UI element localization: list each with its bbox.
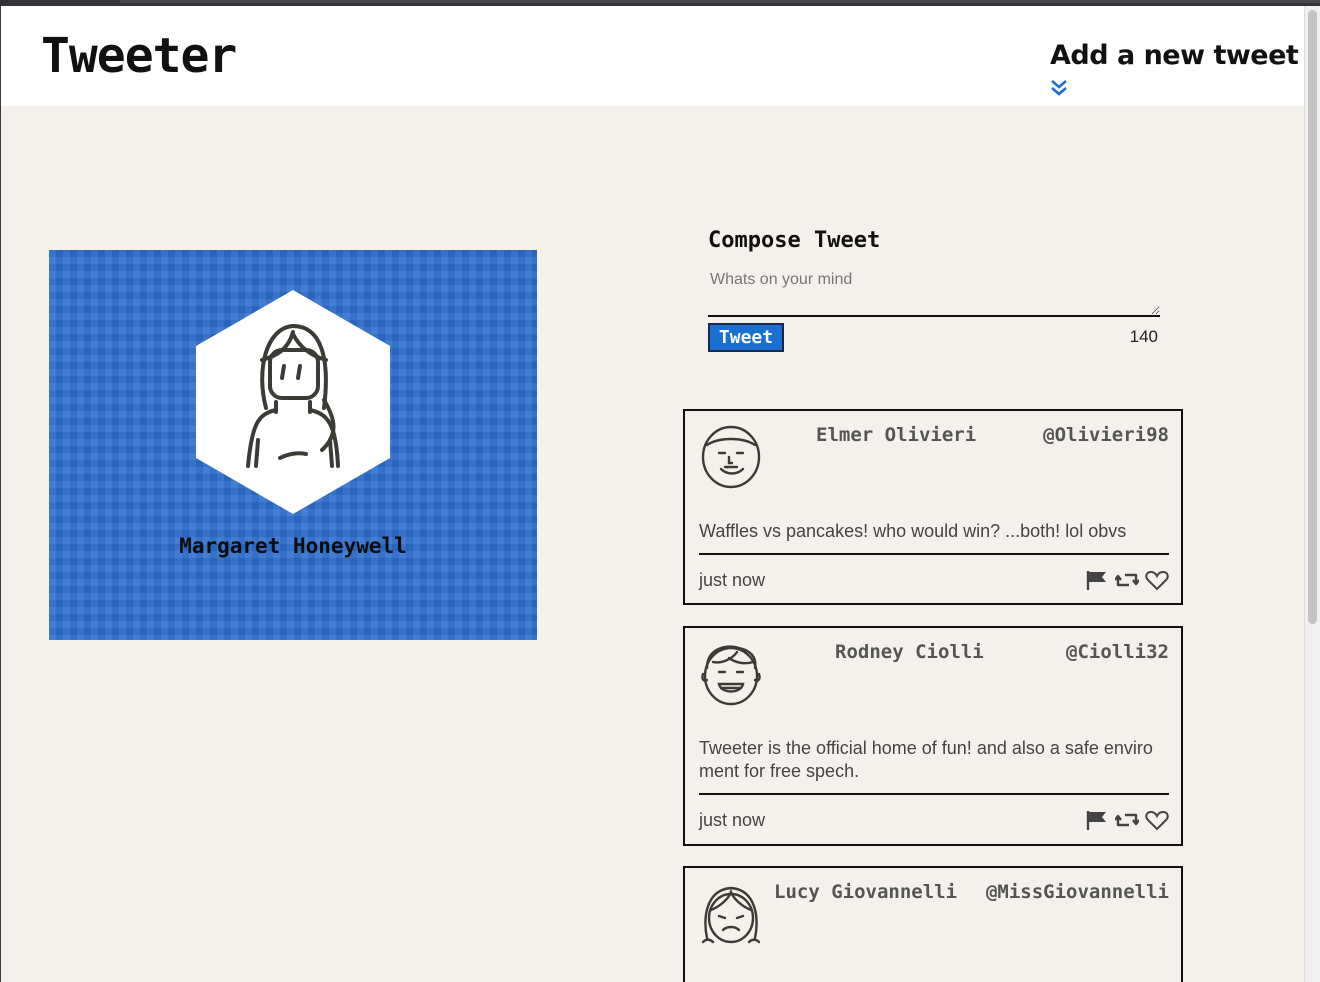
heart-icon[interactable] bbox=[1145, 569, 1169, 591]
flag-icon[interactable] bbox=[1085, 809, 1109, 831]
tweet-author-name[interactable]: Lucy Giovannelli bbox=[774, 881, 957, 903]
profile-avatar-icon bbox=[196, 290, 390, 514]
tweet-card: Lucy Giovannelli @MissGiovannelli bbox=[683, 866, 1183, 982]
tweet-card: Rodney Ciolli @Ciolli32 Tweeter is the o… bbox=[683, 626, 1183, 846]
girl-avatar-icon bbox=[701, 886, 761, 944]
tweet-author-name[interactable]: Elmer Olivieri bbox=[816, 424, 976, 446]
compose-title: Compose Tweet bbox=[708, 228, 881, 253]
profile-name: Margaret Honeywell bbox=[179, 534, 407, 558]
brand-logo[interactable]: Tweeter bbox=[41, 28, 237, 84]
heart-icon[interactable] bbox=[1145, 809, 1169, 831]
compose-footer: Tweet 140 bbox=[708, 321, 1160, 357]
add-new-tweet-link[interactable]: Add a new tweet bbox=[1050, 40, 1299, 71]
tweet-author-name[interactable]: Rodney Ciolli bbox=[835, 641, 984, 663]
man-avatar-icon bbox=[701, 425, 761, 489]
tweet-text: Waffles vs pancakes! who would win? ...b… bbox=[699, 520, 1169, 555]
tweet-author-handle[interactable]: @MissGiovannelli bbox=[986, 881, 1169, 903]
retweet-icon[interactable] bbox=[1114, 569, 1140, 591]
tweet-card: Elmer Olivieri @Olivieri98 Waffles vs pa… bbox=[683, 409, 1183, 605]
character-counter: 140 bbox=[1129, 327, 1158, 346]
flag-icon[interactable] bbox=[1085, 569, 1109, 591]
tweet-timestamp: just now bbox=[699, 810, 766, 830]
tweet-actions bbox=[1085, 809, 1169, 831]
retweet-icon[interactable] bbox=[1114, 809, 1140, 831]
tweet-text-input[interactable] bbox=[708, 271, 1160, 317]
boy-avatar-icon bbox=[701, 645, 761, 706]
tweet-text: Tweeter is the official home of fun! and… bbox=[699, 737, 1169, 795]
page-scrollbar[interactable] bbox=[1304, 6, 1320, 982]
tweet-actions bbox=[1085, 569, 1169, 591]
double-chevron-down-icon[interactable] bbox=[1050, 79, 1068, 97]
navbar: Tweeter Add a new tweet bbox=[1, 6, 1304, 106]
compose-tweet-form: Compose Tweet Tweet 140 bbox=[708, 228, 1160, 357]
tweet-author-handle[interactable]: @Olivieri98 bbox=[1043, 424, 1169, 446]
scrollbar-thumb[interactable] bbox=[1308, 10, 1317, 624]
user-profile-card: Margaret Honeywell bbox=[49, 250, 537, 640]
page-viewport: Tweeter Add a new tweet Margaret Honeywe… bbox=[1, 6, 1304, 982]
tweet-submit-button[interactable]: Tweet bbox=[708, 323, 784, 352]
tweet-author-handle[interactable]: @Ciolli32 bbox=[1066, 641, 1169, 663]
tweet-timestamp: just now bbox=[699, 570, 766, 590]
